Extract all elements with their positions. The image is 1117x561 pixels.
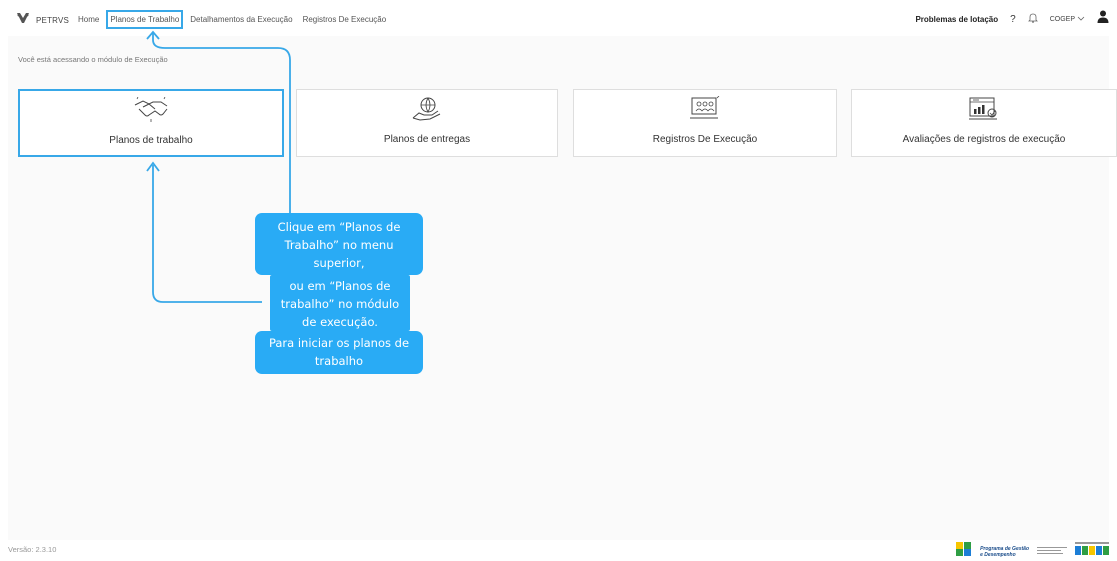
program-line-1: Programa de Gestão [980,545,1029,552]
government-logo-icon [1075,542,1109,561]
callout-line: trabalho” no módulo [280,297,400,311]
footer-logos: Programa de Gestão e Desempenho [956,542,1109,561]
callout-line: Para iniciar os planos de [268,336,410,350]
callout-line: de execução. [302,315,378,329]
footer [0,540,1117,561]
callout-line: Clique em “Planos de [277,220,401,234]
callout-arrows [146,30,291,303]
program-name: Programa de Gestão e Desempenho [980,546,1029,558]
callout-line: Trabalho” no menu [284,238,394,252]
program-logo-icon [956,542,972,561]
callout-menu: Clique em “Planos de Trabalho” no menu s… [255,213,423,275]
ministry-logo-icon [1037,543,1067,561]
callout-card: ou em “Planos de trabalho” no módulo de … [270,275,410,331]
callout-line: superior, [313,256,365,270]
version-label: Versão: 2.3.10 [8,545,57,554]
callout-line: trabalho [314,354,364,368]
callout-start: Para iniciar os planos de trabalho [255,331,423,374]
program-line-2: e Desempenho [980,551,1016,558]
arrow-to-menu-path [152,33,291,213]
arrow-to-card-path [152,165,262,303]
callout-line: ou em “Planos de [289,279,391,293]
